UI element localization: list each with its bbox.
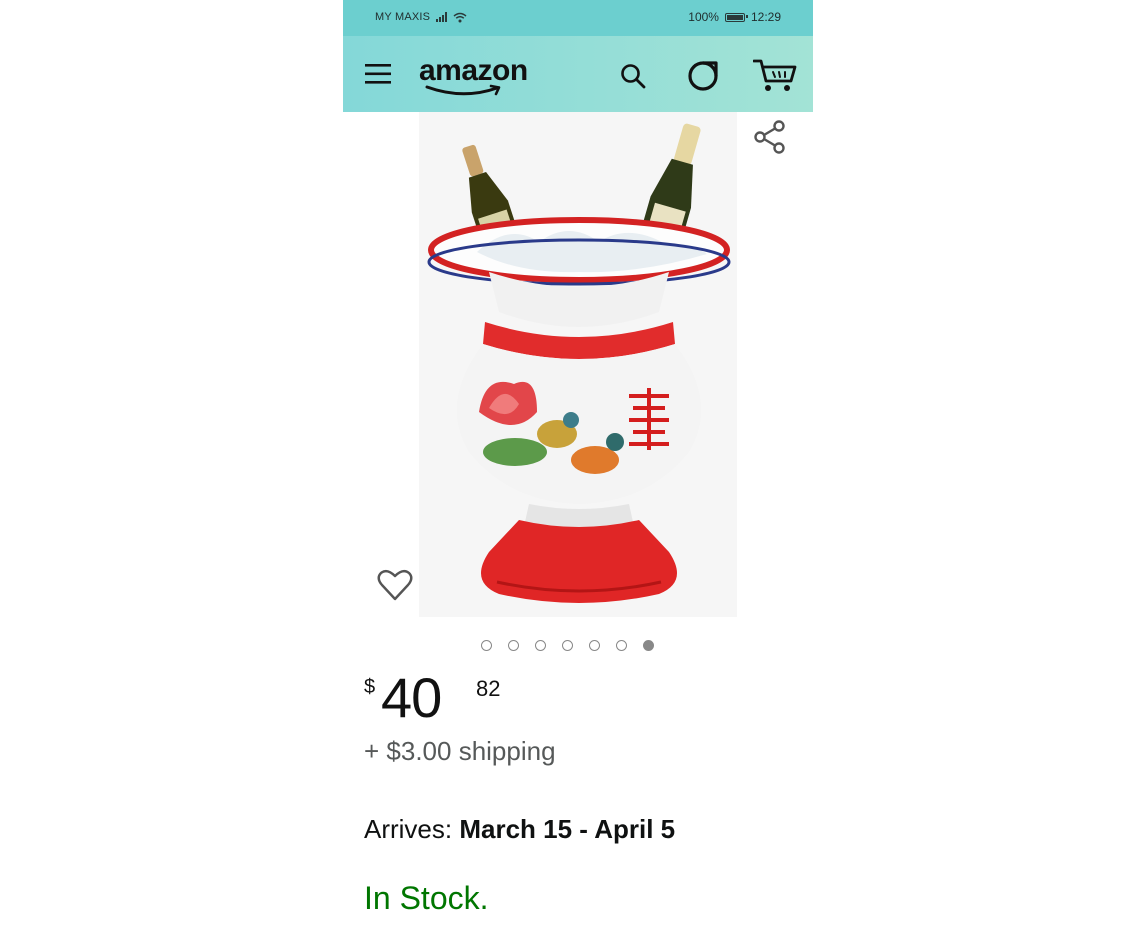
logo-text: amazon [419,54,528,87]
signal-icon [436,12,448,22]
image-carousel-dots [481,640,654,651]
amazon-logo[interactable]: amazon [419,56,539,100]
arrives-label: Arrives: [364,814,453,844]
phone-screen: MY MAXIS 100% 12:29 amazon $ 40 82 + $3.… [343,0,813,935]
menu-icon[interactable] [365,63,391,85]
status-bar: MY MAXIS 100% 12:29 [343,0,813,36]
clock: 12:29 [750,10,781,24]
carousel-dot[interactable] [589,640,600,651]
arrives-date: March 15 - April 5 [459,814,676,844]
app-header: amazon [343,36,813,112]
share-icon[interactable] [753,120,787,154]
price-fraction: 82 [476,676,501,701]
delivery-estimate: Arrives: March 15 - April 5 [364,814,675,845]
stock-status: In Stock. [364,880,489,916]
wifi-icon [453,12,467,22]
product-image[interactable] [419,112,737,617]
alexa-icon[interactable] [687,60,719,92]
price-whole: 40 [381,666,442,729]
battery-percent: 100% [688,10,719,24]
carousel-dot[interactable] [481,640,492,651]
shipping-cost: + $3.00 shipping [364,736,556,766]
battery-icon [724,12,748,22]
smile-arrow-icon [425,84,501,96]
heart-icon[interactable] [377,568,413,602]
price-currency: $ [364,676,376,698]
cart-icon[interactable] [753,58,797,94]
carousel-dot[interactable] [508,640,519,651]
carrier-name: MY MAXIS [375,11,431,23]
carousel-dot[interactable] [562,640,573,651]
carousel-dot-active[interactable] [643,640,654,651]
search-icon[interactable] [620,63,646,89]
carousel-dot[interactable] [616,640,627,651]
carousel-dot[interactable] [535,640,546,651]
